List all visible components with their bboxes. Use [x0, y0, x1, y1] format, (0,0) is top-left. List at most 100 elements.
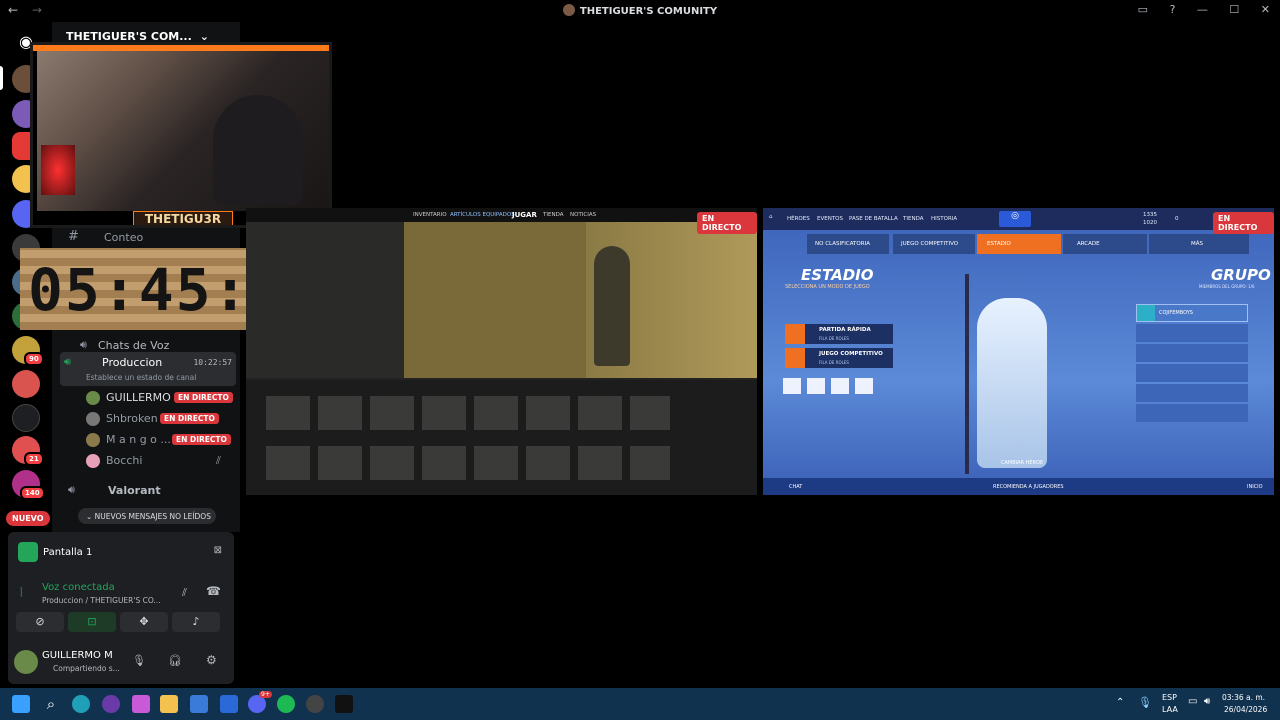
microphone-icon[interactable]: 🎙︎: [132, 654, 146, 667]
channel-valorant[interactable]: 🔊︎ Valorant: [52, 481, 240, 501]
speaker-icon: 🔊︎: [80, 338, 87, 351]
start-icon[interactable]: [12, 695, 30, 713]
clock-time[interactable]: 03:36 a. m.: [1222, 693, 1265, 702]
server-icon-11[interactable]: [12, 404, 40, 432]
app-icon-purple[interactable]: [102, 695, 120, 713]
minimize-icon[interactable]: —: [1197, 3, 1208, 16]
overwatch-logo-icon[interactable]: ◎: [999, 211, 1031, 227]
voice-connected-label[interactable]: Voz conectada: [42, 582, 115, 593]
tab-mas[interactable]: MÁS: [1149, 234, 1249, 254]
window-title: THETIGUER'S COMUNITY: [0, 4, 1280, 17]
signal-icon[interactable]: ⦚: [20, 586, 23, 601]
capcut-icon[interactable]: [335, 695, 353, 713]
hero-figure: [977, 298, 1047, 468]
chevron-down-icon: ⌄: [86, 512, 95, 521]
ow-top-nav: ⌂ HÉROES EVENTOS PASE DE BATALLA TIENDA …: [763, 208, 1274, 230]
maximize-icon[interactable]: ☐: [1229, 3, 1239, 16]
file-explorer-icon[interactable]: [160, 695, 178, 713]
user-avatar[interactable]: [14, 650, 38, 674]
search-icon[interactable]: ⌕: [42, 695, 60, 713]
cs-menu-bar: INVENTARIO ARTÍCULOS EQUIPADOS JUGAR TIE…: [246, 208, 757, 222]
server-badge: 21: [24, 452, 44, 466]
server-icon-10[interactable]: [12, 370, 40, 398]
tab-competitivo[interactable]: JUEGO COMPETITIVO: [893, 234, 975, 254]
stream-cs2[interactable]: INVENTARIO ARTÍCULOS EQUIPADOS JUGAR TIE…: [246, 208, 757, 495]
screen-share-button[interactable]: ⊡: [68, 612, 116, 632]
hero-staff: [965, 274, 969, 474]
close-share-icon[interactable]: ⊠: [214, 545, 222, 556]
live-badge: EN DIRECTO: [160, 413, 219, 424]
keyboard-layout[interactable]: LAA: [1162, 705, 1178, 714]
window-titlebar: ← → THETIGUER'S COMUNITY ▭ ? — ☐ ✕: [0, 0, 1280, 22]
voice-member[interactable]: Bocchi ⫽: [52, 451, 240, 471]
camera-button[interactable]: ⊘: [16, 612, 64, 632]
channel-produccion[interactable]: 🔊︎ Produccion 10:22:57 Establece un esta…: [60, 352, 236, 386]
cs-left-panel: [246, 222, 404, 378]
home-icon[interactable]: ⌂: [769, 214, 773, 220]
voice-panel: Pantalla 1 ⊠ ⦚ Voz conectada Produccion …: [8, 532, 234, 684]
speaker-icon: 🔊︎: [64, 355, 71, 368]
voice-member[interactable]: GUILLERMO ... EN DIRECTO: [52, 388, 240, 408]
close-icon[interactable]: ✕: [1261, 3, 1270, 16]
headphones-icon[interactable]: 🎧︎: [168, 654, 182, 667]
help-icon[interactable]: ?: [1170, 3, 1176, 16]
stadium-subtitle: SELECCIONA UN MODO DE JUEGO: [785, 284, 870, 290]
avatar: [86, 412, 100, 426]
group-player-slot[interactable]: COJIFEMBOYS: [1136, 304, 1248, 322]
webcam-nameplate: THETIGU3R: [133, 211, 233, 225]
copilot-icon[interactable]: [132, 695, 150, 713]
webcam-light: [41, 145, 75, 195]
server-icon: [562, 4, 575, 16]
user-name[interactable]: GUILLERMO M: [42, 650, 113, 661]
settings-icon[interactable]: ⚙: [206, 653, 217, 667]
cs-agent: [594, 246, 630, 366]
hash-icon: #: [68, 229, 79, 244]
avatar: [86, 391, 100, 405]
tray-mic-icon[interactable]: 🎙︎: [1138, 696, 1152, 709]
obs-icon[interactable]: [306, 695, 324, 713]
volume-icon[interactable]: 🔊︎: [1204, 696, 1210, 707]
soundboard-button[interactable]: ♪: [172, 612, 220, 632]
voice-member[interactable]: Shbroken EN DIRECTO: [52, 409, 240, 429]
disconnect-icon[interactable]: ☎: [206, 584, 221, 598]
spotify-icon[interactable]: [277, 695, 295, 713]
channel-conteo[interactable]: # Conteo: [52, 228, 240, 248]
activities-button[interactable]: ✥: [120, 612, 168, 632]
live-badge: EN DIRECTO: [172, 434, 231, 445]
group-subtitle: MIEMBROS DEL GRUPO: 1/6: [1199, 284, 1255, 289]
group-slots[interactable]: [1136, 324, 1248, 422]
mode-quickplay[interactable]: PARTIDA RÁPIDA FILA DE ROLES: [785, 324, 893, 344]
edge-icon[interactable]: [72, 695, 90, 713]
new-badge[interactable]: NUEVO: [6, 511, 50, 526]
ow-mode-tabs: NO CLASIFICATORIA JUEGO COMPETITIVO ESTA…: [807, 234, 1253, 254]
live-badge: EN DIRECTO: [1213, 212, 1274, 234]
inbox-icon[interactable]: ▭: [1138, 3, 1148, 16]
windows-taskbar: ⌕ 9+ ⌃ 🎙︎ ESP LAA ▭ 🔊︎ 03:36 a. m. 26/04…: [0, 688, 1280, 720]
tab-no-clasificatoria[interactable]: NO CLASIFICATORIA: [807, 234, 889, 254]
store-icon[interactable]: [190, 695, 208, 713]
stream-overwatch[interactable]: ⌂ HÉROES EVENTOS PASE DE BATALLA TIENDA …: [763, 208, 1274, 495]
deafened-icon: ⫽: [216, 454, 221, 467]
live-badge: EN DIRECTO: [174, 392, 233, 403]
network-icon[interactable]: ▭: [1188, 696, 1197, 707]
tray-chevron-icon[interactable]: ⌃: [1116, 697, 1124, 708]
screen-share-card[interactable]: Pantalla 1 ⊠: [16, 542, 226, 564]
speaker-icon: 🔊︎: [68, 483, 75, 496]
live-badge: EN DIRECTO: [697, 212, 757, 234]
mail-icon[interactable]: [220, 695, 238, 713]
webcam-overlay: THETIGU3R: [30, 42, 332, 228]
cs-item-row-1: [266, 396, 670, 430]
webcam-person: [213, 95, 303, 205]
tab-estadio[interactable]: ESTADIO: [977, 234, 1061, 254]
language-indicator[interactable]: ESP: [1162, 693, 1177, 702]
change-hero-button[interactable]: CAMBIAR HÉROE: [1001, 460, 1043, 466]
clock-date[interactable]: 26/04/2026: [1224, 705, 1267, 714]
new-messages-pill[interactable]: ⌄ NUEVOS MENSAJES NO LEÍDOS: [78, 508, 216, 524]
noise-suppression-icon[interactable]: ⫽: [182, 586, 187, 600]
voice-member[interactable]: M a n g o ... EN DIRECTO: [52, 430, 240, 450]
role-icons[interactable]: [783, 378, 873, 394]
tab-arcade[interactable]: ARCADE: [1063, 234, 1147, 254]
voice-channel-link[interactable]: Produccion / THETIGUER'S CO...: [42, 596, 161, 605]
avatar: [86, 433, 100, 447]
mode-competitive[interactable]: JUEGO COMPETITIVO FILA DE ROLES: [785, 348, 893, 368]
